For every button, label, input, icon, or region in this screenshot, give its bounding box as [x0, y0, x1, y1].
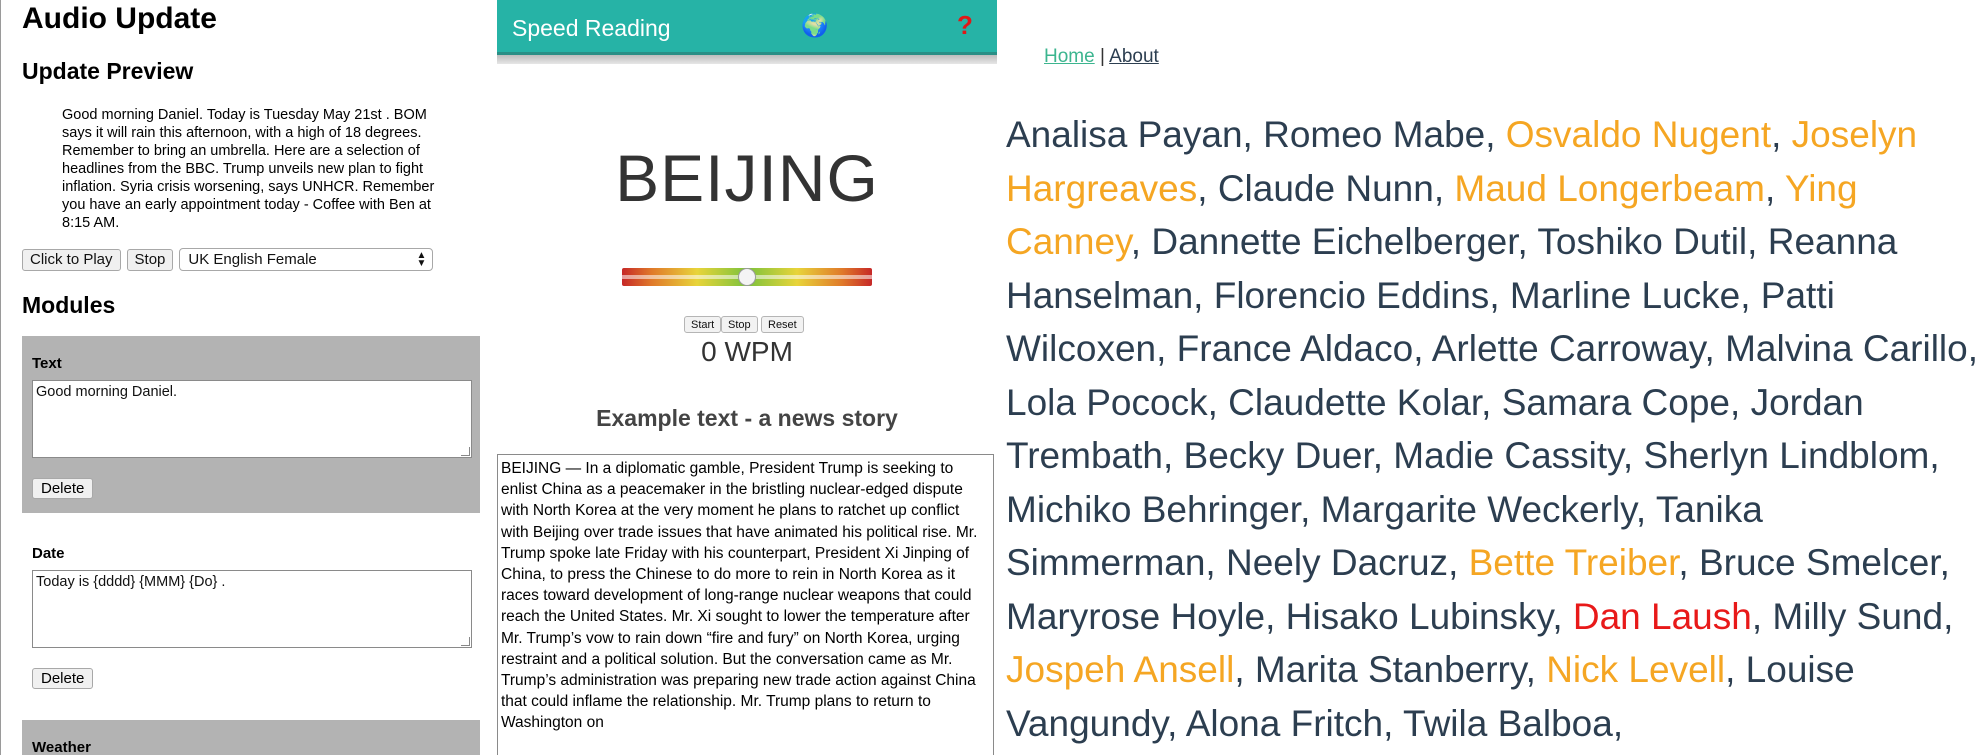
- resize-grip-icon[interactable]: [461, 637, 470, 646]
- slider-handle[interactable]: [738, 268, 756, 286]
- name-item: Jospeh Ansell: [1006, 649, 1235, 690]
- stop-button[interactable]: Stop: [721, 316, 758, 333]
- module-label: Text: [32, 355, 62, 372]
- delete-button[interactable]: Delete: [32, 478, 94, 499]
- app-bar-shadow: [497, 55, 997, 64]
- name-item: Twila Balboa: [1403, 702, 1613, 744]
- app-bar: Speed Reading 🌍 ?: [497, 0, 997, 55]
- nav-about-link[interactable]: About: [1109, 46, 1159, 67]
- name-item: Osvaldo Nugent: [1505, 114, 1772, 155]
- speed-slider[interactable]: [622, 268, 872, 286]
- module-label: Date: [32, 545, 65, 562]
- name-item: Marline Lucke: [1509, 274, 1741, 316]
- name-item: Alona Fritch: [1185, 702, 1384, 744]
- module-date-value: Today is {dddd} {MMM} {Do} .: [36, 574, 226, 590]
- modules-heading: Modules: [22, 292, 116, 318]
- delete-button[interactable]: Delete: [32, 668, 94, 689]
- name-item: Florencio Eddins: [1213, 274, 1490, 316]
- name-item: Dannette Eichelberger: [1151, 221, 1518, 262]
- start-button[interactable]: Start: [684, 316, 722, 333]
- globe-icon[interactable]: 🌍: [801, 13, 828, 39]
- nav-separator: |: [1099, 46, 1105, 67]
- audio-update-panel: Audio Update Update Preview Good morning…: [0, 0, 490, 755]
- play-button[interactable]: Click to Play: [22, 248, 121, 271]
- voice-select-value: UK English Female: [188, 251, 317, 268]
- resize-grip-icon[interactable]: [461, 447, 470, 456]
- name-list: Analisa Payan, Romeo Mabe, Osvaldo Nugen…: [1006, 114, 1979, 744]
- module-date-input[interactable]: Today is {dddd} {MMM} {Do} .: [32, 570, 472, 648]
- module-label: Weather: [32, 739, 91, 755]
- name-item: Neely Dacruz: [1225, 542, 1449, 583]
- name-item: Samara Cope: [1501, 381, 1731, 423]
- speed-reading-panel: Speed Reading 🌍 ? BEIJING Start Stop Res…: [497, 0, 997, 755]
- name-item: France Aldaco: [1176, 328, 1414, 369]
- stop-button[interactable]: Stop: [126, 248, 174, 271]
- name-item: Claudette Kolar: [1228, 381, 1482, 423]
- story-textarea[interactable]: BEIJING — In a diplomatic gamble, Presid…: [497, 454, 994, 755]
- select-arrows-icon: ▲ ▼: [416, 249, 427, 269]
- page-title: Audio Update: [22, 2, 217, 35]
- module-date: Date Today is {dddd} {MMM} {Do} . Delete: [22, 526, 480, 703]
- module-weather: Weather: [22, 720, 480, 755]
- name-item: Madie Cassity: [1393, 435, 1623, 476]
- name-item: Romeo Mabe: [1263, 114, 1486, 155]
- name-item: Lola Pocock: [1006, 381, 1208, 423]
- example-title: Example text - a news story: [596, 405, 898, 431]
- name-item: Maryrose Hoyle: [1006, 595, 1266, 637]
- name-item: Toshiko Dutil: [1537, 221, 1748, 262]
- nav-home-link[interactable]: Home: [1044, 46, 1095, 67]
- name-item: Malvina Carillo: [1725, 328, 1968, 369]
- reset-button[interactable]: Reset: [761, 316, 804, 333]
- name-item: Sherlyn Lindblom: [1643, 435, 1930, 476]
- names-panel: Home | About Analisa Payan, Romeo Mabe, …: [1006, 0, 1980, 755]
- current-word: BEIJING: [615, 141, 879, 215]
- name-item: Nick Levell: [1546, 649, 1726, 690]
- name-item: Arlette Carroway: [1431, 328, 1705, 369]
- playback-controls: Click to Play Stop UK English Female ▲ ▼: [22, 248, 434, 271]
- name-item: Becky Duer: [1183, 435, 1373, 476]
- nav-links: Home | About: [1044, 46, 1159, 68]
- name-item: Bette Treiber: [1468, 542, 1679, 583]
- module-text: Text Good morning Daniel. Delete: [22, 336, 480, 513]
- name-item: Bruce Smelcer: [1698, 542, 1940, 583]
- name-item: Hisako Lubinsky: [1285, 595, 1553, 637]
- name-item: Margarite Weckerly: [1320, 488, 1636, 530]
- name-item: Claude Nunn: [1217, 167, 1434, 209]
- name-item: Dan Laush: [1572, 595, 1752, 637]
- wpm-readout: 0 WPM: [701, 336, 793, 367]
- name-item: Analisa Payan: [1006, 114, 1243, 155]
- help-icon[interactable]: ?: [957, 10, 973, 41]
- name-item: Maud Longerbeam: [1454, 167, 1765, 209]
- update-preview-text: Good morning Daniel. Today is Tuesday Ma…: [62, 107, 435, 231]
- update-preview-heading: Update Preview: [22, 58, 194, 84]
- module-text-input[interactable]: Good morning Daniel.: [32, 380, 472, 458]
- name-item: Milly Sund: [1772, 595, 1944, 637]
- story-text: BEIJING — In a diplomatic gamble, Presid…: [501, 460, 978, 732]
- name-item: Marita Stanberry: [1254, 649, 1526, 690]
- name-item: Michiko Behringer: [1006, 488, 1301, 530]
- voice-select[interactable]: UK English Female ▲ ▼: [179, 248, 434, 271]
- module-text-value: Good morning Daniel.: [36, 384, 178, 400]
- app-title: Speed Reading: [512, 15, 671, 41]
